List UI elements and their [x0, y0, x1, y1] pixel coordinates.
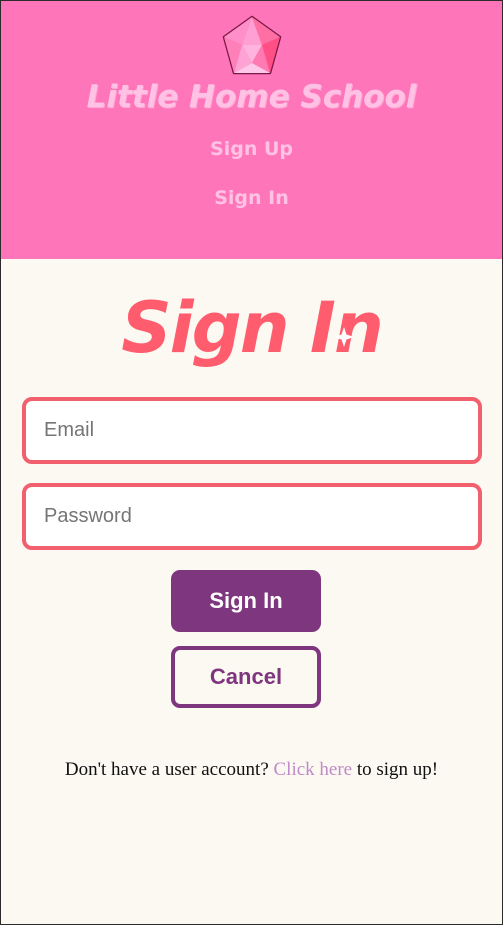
nav-sign-in-link[interactable]: Sign In	[1, 187, 502, 209]
brand-title: Little Home School	[86, 79, 417, 115]
cancel-button-label: Cancel	[209, 664, 283, 689]
app-window: Little Home School Sign Up Sign In Sign …	[0, 0, 503, 925]
password-field[interactable]	[22, 483, 482, 550]
sign-up-link[interactable]: Click here	[274, 759, 353, 780]
signup-prompt-suffix: to sign up!	[352, 759, 439, 780]
site-header: Little Home School Sign Up Sign In	[1, 1, 502, 259]
sign-in-button[interactable]: Sign In	[171, 570, 321, 632]
gem-icon	[222, 15, 282, 75]
signup-prompt-prefix: Don't have a user account?	[64, 759, 274, 780]
signup-prompt: Don't have a user account? Click here to…	[1, 759, 502, 781]
sparkle-icon	[334, 327, 354, 347]
cancel-button[interactable]: Cancel	[171, 646, 321, 708]
page-title: Sign In	[121, 287, 384, 369]
nav-sign-up-link[interactable]: Sign Up	[1, 138, 502, 160]
sign-in-button-label: Sign In	[209, 588, 283, 613]
email-field[interactable]	[22, 397, 482, 464]
